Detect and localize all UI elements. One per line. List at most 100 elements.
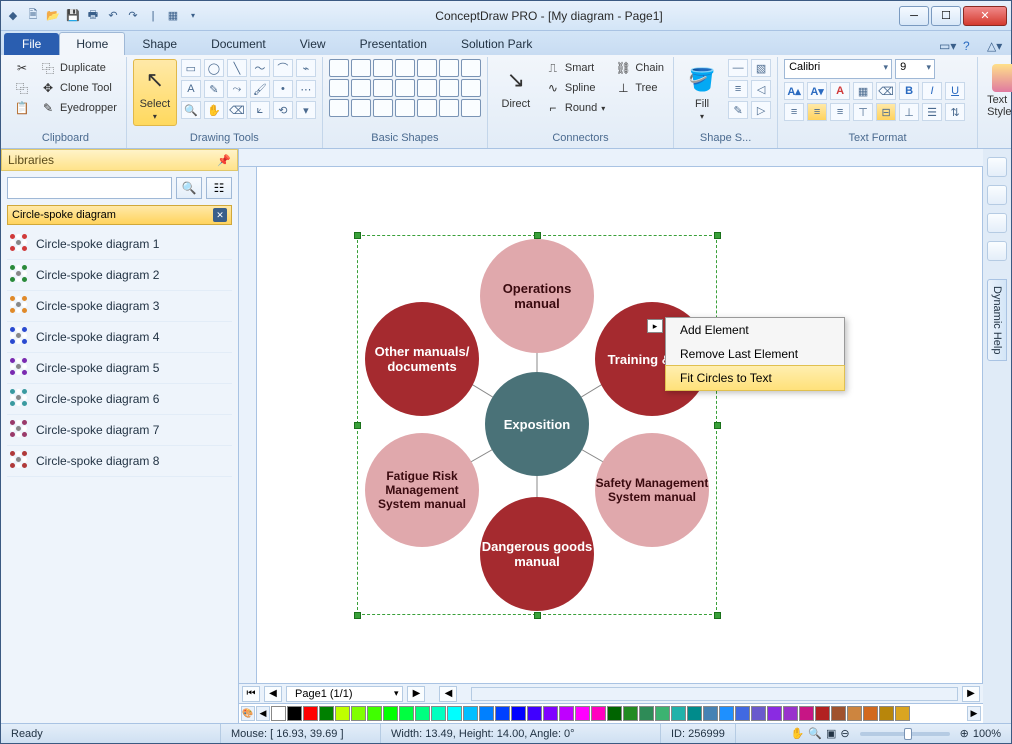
ellipse-tool[interactable]: ◯ <box>204 59 224 77</box>
scroll-right-button[interactable]: ▶ <box>962 686 980 702</box>
color-swatch[interactable] <box>639 706 654 721</box>
spoke-operations[interactable]: Operations manual <box>480 239 594 353</box>
library-item[interactable]: Circle-spoke diagram 1 <box>7 229 232 260</box>
color-swatch[interactable] <box>383 706 398 721</box>
smart-connector-button[interactable]: ⎍Smart <box>542 59 608 77</box>
color-swatch[interactable] <box>847 706 862 721</box>
line-style-button[interactable]: — <box>728 59 748 77</box>
tab-shape[interactable]: Shape <box>125 32 194 55</box>
select-tool-button[interactable]: ↖ Select ▾ <box>133 59 177 126</box>
duplicate-button[interactable]: ⿻Duplicate <box>37 59 120 77</box>
line-tool[interactable]: ╲ <box>227 59 247 77</box>
color-swatch[interactable] <box>607 706 622 721</box>
spoke-dangerous[interactable]: Dangerous goods manual <box>480 497 594 611</box>
color-swatch[interactable] <box>815 706 830 721</box>
pin-icon[interactable]: 📌 <box>217 154 231 167</box>
color-swatch[interactable] <box>335 706 350 721</box>
clear-format-button[interactable]: ⌫ <box>876 82 896 100</box>
color-swatch[interactable] <box>591 706 606 721</box>
rect-tool[interactable]: ▭ <box>181 59 201 77</box>
rotate-tool[interactable]: ⟲ <box>273 101 293 119</box>
increase-font-button[interactable]: A▴ <box>784 82 804 100</box>
palette-next-button[interactable]: ▶ <box>967 706 981 721</box>
basic-shapes-gallery[interactable] <box>329 59 481 117</box>
shadow-button[interactable]: ▧ <box>751 59 771 77</box>
library-search-input[interactable] <box>7 177 172 199</box>
close-button[interactable]: ✕ <box>963 6 1007 26</box>
minimize-button[interactable]: ─ <box>899 6 929 26</box>
cut-button[interactable]: ✂ <box>11 59 33 77</box>
color-swatch[interactable] <box>447 706 462 721</box>
zoom-out-button[interactable]: ⊖ <box>840 727 849 740</box>
library-item[interactable]: Circle-spoke diagram 5 <box>7 353 232 384</box>
spoke-safety[interactable]: Safety Management System manual <box>595 433 709 547</box>
pan-icon[interactable]: ✋ <box>791 727 805 740</box>
zoom-slider[interactable] <box>860 732 950 736</box>
next-page-button[interactable]: ▶ <box>407 686 425 702</box>
tree-button[interactable]: ⊥Tree <box>612 79 667 97</box>
color-swatch[interactable] <box>287 706 302 721</box>
dynamic-help-tab[interactable]: Dynamic Help <box>987 279 1007 361</box>
undo-icon[interactable]: ↶ <box>105 8 121 24</box>
curve-tool[interactable]: 〜 <box>250 59 270 77</box>
app-icon[interactable]: ◆ <box>5 8 21 24</box>
color-swatch[interactable] <box>575 706 590 721</box>
color-swatch[interactable] <box>671 706 686 721</box>
color-swatch[interactable] <box>719 706 734 721</box>
rs-hypernote-icon[interactable] <box>987 213 1007 233</box>
drawing-canvas[interactable]: Exposition Operations manual Training & … <box>257 167 983 683</box>
pencil-tool[interactable]: ✎ <box>204 80 224 98</box>
smart-tag-button[interactable]: ▸ <box>647 319 663 333</box>
direct-connector-button[interactable]: ↘ Direct <box>494 59 538 115</box>
print-icon[interactable]: 🖶 <box>85 8 101 24</box>
spline-connector-button[interactable]: ∿Spline <box>542 79 608 97</box>
library-item[interactable]: Circle-spoke diagram 6 <box>7 384 232 415</box>
color-swatch[interactable] <box>527 706 542 721</box>
font-color-button[interactable]: A <box>830 82 850 100</box>
line-color-button[interactable]: ✎ <box>728 101 748 119</box>
end-arrow-button[interactable]: ▷ <box>751 101 771 119</box>
library-item[interactable]: Circle-spoke diagram 8 <box>7 446 232 477</box>
color-swatch[interactable] <box>463 706 478 721</box>
redo-icon[interactable]: ↷ <box>125 8 141 24</box>
color-swatch[interactable] <box>351 706 366 721</box>
close-library-icon[interactable]: ✕ <box>213 208 227 222</box>
library-item[interactable]: Circle-spoke diagram 3 <box>7 291 232 322</box>
point-tool[interactable]: • <box>273 80 293 98</box>
library-item[interactable]: Circle-spoke diagram 2 <box>7 260 232 291</box>
library-section-header[interactable]: Circle-spoke diagram ✕ <box>7 205 232 225</box>
paste-button[interactable]: 📋 <box>11 99 33 117</box>
color-swatch[interactable] <box>895 706 910 721</box>
qat-dropdown-icon[interactable]: ▾ <box>185 8 201 24</box>
zoom-icon[interactable]: 🔍 <box>808 727 822 740</box>
color-swatch[interactable] <box>319 706 334 721</box>
color-swatch[interactable] <box>703 706 718 721</box>
tab-solution-park[interactable]: Solution Park <box>444 32 549 55</box>
fit-icon[interactable]: ▣ <box>826 727 836 740</box>
color-swatch[interactable] <box>479 706 494 721</box>
eyedropper-button[interactable]: ✎Eyedropper <box>37 99 120 117</box>
brush-tool[interactable]: 🖌 <box>250 80 270 98</box>
color-swatch[interactable] <box>687 706 702 721</box>
connector-tool[interactable]: ⤳ <box>227 80 247 98</box>
rs-pages-icon[interactable] <box>987 157 1007 177</box>
save-icon[interactable]: 💾 <box>65 8 81 24</box>
color-swatch[interactable] <box>543 706 558 721</box>
align-middle-button[interactable]: ⊟ <box>876 103 896 121</box>
page-selector[interactable]: Page1 (1/1) <box>286 686 403 702</box>
center-circle[interactable]: Exposition <box>485 372 589 476</box>
tab-presentation[interactable]: Presentation <box>343 32 444 55</box>
bold-button[interactable]: B <box>899 82 919 100</box>
hand-tool[interactable]: ✋ <box>204 101 224 119</box>
library-item[interactable]: Circle-spoke diagram 4 <box>7 322 232 353</box>
chain-button[interactable]: ⛓Chain <box>612 59 667 77</box>
collapse-ribbon-icon[interactable]: △▾ <box>987 39 1003 55</box>
zoom-tool[interactable]: 🔍 <box>181 101 201 119</box>
zoom-in-button[interactable]: ⊕ <box>960 727 969 740</box>
align-right-button[interactable]: ≡ <box>830 103 850 121</box>
align-center-button[interactable]: ≡ <box>807 103 827 121</box>
italic-button[interactable]: I <box>922 82 942 100</box>
erase-tool[interactable]: ⌫ <box>227 101 247 119</box>
first-page-button[interactable]: ⏮ <box>242 686 260 702</box>
start-arrow-button[interactable]: ◁ <box>751 80 771 98</box>
